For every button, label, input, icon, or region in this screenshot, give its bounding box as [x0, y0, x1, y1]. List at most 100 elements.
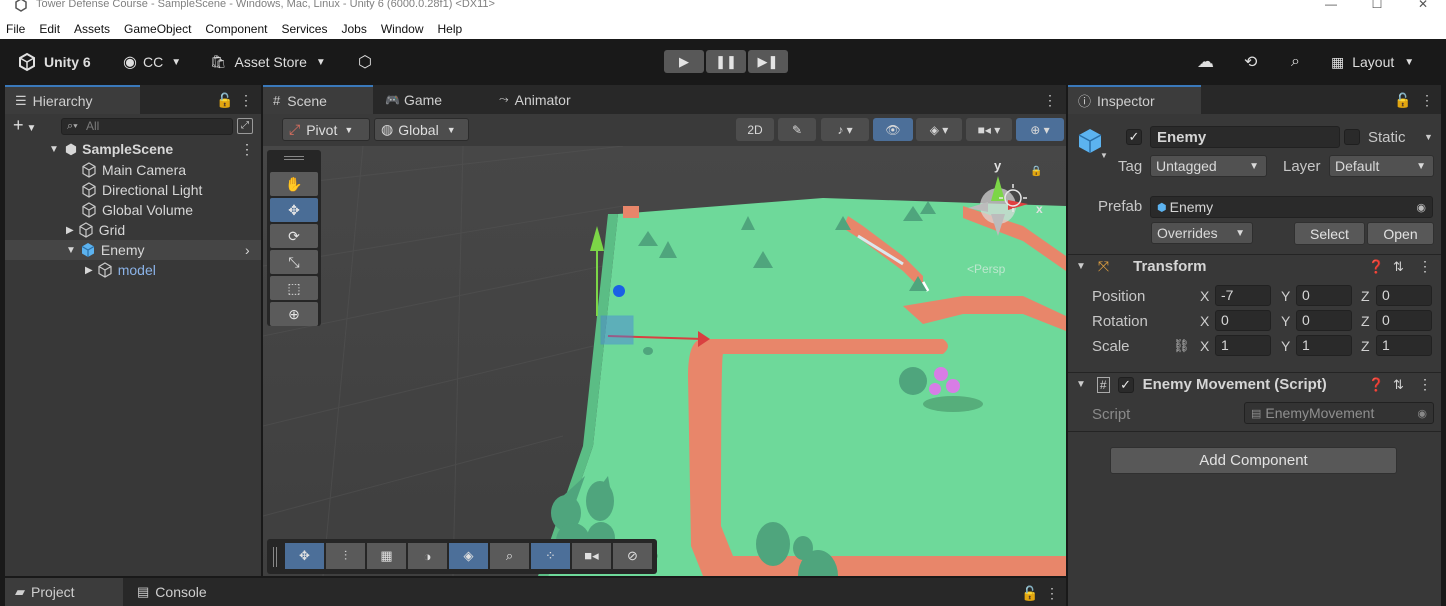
- expand-search-icon[interactable]: ⤢: [237, 118, 253, 134]
- overlay-camera-button[interactable]: ■◂: [572, 543, 611, 569]
- lock-icon[interactable]: 🔓: [216, 92, 233, 109]
- hierarchy-item-model[interactable]: ▶ model: [5, 260, 261, 280]
- gizmos-dropdown[interactable]: ⊕ ▾: [1016, 118, 1064, 141]
- more-options-icon[interactable]: ⋮: [1420, 92, 1434, 109]
- scale-x-input[interactable]: 1: [1215, 335, 1271, 356]
- overrides-dropdown[interactable]: Overrides ▼: [1151, 222, 1253, 244]
- account-dropdown[interactable]: ◉ CC ▼: [123, 50, 181, 74]
- gizmo-axis-y[interactable]: y: [994, 158, 1001, 173]
- menu-gameobject[interactable]: GameObject: [124, 22, 191, 36]
- transform-tool-button[interactable]: ⊕: [270, 302, 318, 326]
- play-button[interactable]: ▶: [664, 50, 704, 73]
- more-options-icon[interactable]: ⋮: [1418, 258, 1432, 275]
- more-options-icon[interactable]: ⋮: [239, 92, 253, 109]
- gizmo-axis-x[interactable]: x: [1036, 202, 1043, 216]
- rotation-y-input[interactable]: 0: [1296, 310, 1352, 331]
- enemy-movement-header[interactable]: ▼ # ✓ Enemy Movement (Script) ❓ ⇅ ⋮: [1068, 372, 1441, 396]
- asset-store-dropdown[interactable]: 🛍 Asset Store ▼: [210, 50, 326, 74]
- chevron-right-icon[interactable]: ›: [245, 242, 250, 258]
- menu-file[interactable]: File: [6, 22, 25, 36]
- menu-edit[interactable]: Edit: [39, 22, 60, 36]
- hand-tool-button[interactable]: ✋: [270, 172, 318, 196]
- overlay-compass-button[interactable]: ⊘: [613, 543, 652, 569]
- hierarchy-item-directional-light[interactable]: Directional Light: [5, 180, 261, 200]
- overlay-layers-button[interactable]: ◈: [449, 543, 488, 569]
- position-y-input[interactable]: 0: [1296, 285, 1352, 306]
- search-icon[interactable]: ⌕: [1291, 50, 1300, 74]
- lock-icon[interactable]: 🔓: [1394, 92, 1411, 109]
- static-checkbox[interactable]: [1344, 129, 1360, 145]
- move-tool-button[interactable]: ✥: [270, 198, 318, 222]
- camera-dropdown[interactable]: ■◂ ▾: [966, 118, 1012, 141]
- transform-header[interactable]: ▼ ⤧ Transform ❓ ⇅ ⋮: [1068, 254, 1441, 278]
- hierarchy-search-input[interactable]: ⌕▾ All: [61, 118, 233, 135]
- hierarchy-item-enemy[interactable]: ▼ Enemy ›: [5, 240, 261, 260]
- menu-help[interactable]: Help: [438, 22, 463, 36]
- tab-scene[interactable]: # Scene: [263, 85, 373, 114]
- drag-handle[interactable]: [273, 547, 277, 567]
- lighting-toggle[interactable]: ✎: [778, 118, 816, 141]
- maximize-button[interactable]: ☐: [1354, 0, 1400, 18]
- hierarchy-item-global-volume[interactable]: Global Volume: [5, 200, 261, 220]
- lock-icon[interactable]: 🔓: [1021, 585, 1038, 602]
- rect-tool-button[interactable]: ⬚: [270, 276, 318, 300]
- component-enabled-checkbox[interactable]: ✓: [1117, 376, 1134, 393]
- history-icon[interactable]: ⟲: [1244, 50, 1257, 74]
- draw-mode-button[interactable]: 2D: [736, 118, 774, 141]
- step-button[interactable]: ▶❚: [748, 50, 788, 73]
- overlay-search-button[interactable]: ⌕: [490, 543, 529, 569]
- hierarchy-item-grid[interactable]: ▶ Grid: [5, 220, 261, 240]
- rotation-z-input[interactable]: 0: [1376, 310, 1432, 331]
- more-options-icon[interactable]: ⋮: [1043, 92, 1057, 109]
- tab-hierarchy[interactable]: ☰ Hierarchy: [5, 85, 140, 114]
- constrain-proportions-icon[interactable]: ⛓: [1173, 338, 1190, 354]
- audio-toggle[interactable]: ♪ ▾: [821, 118, 869, 141]
- chevron-down-icon[interactable]: ▼: [1424, 132, 1433, 142]
- object-picker-icon[interactable]: ◉: [1416, 201, 1426, 214]
- expand-arrow-icon[interactable]: ▼: [66, 245, 76, 256]
- more-options-icon[interactable]: ⋮: [1418, 376, 1432, 393]
- persp-label[interactable]: <Persp: [967, 262, 1005, 276]
- layer-dropdown[interactable]: Default ▼: [1329, 155, 1434, 177]
- pivot-dropdown[interactable]: ⤢ Pivot ▼: [282, 118, 370, 141]
- pause-button[interactable]: ❚❚: [706, 50, 746, 73]
- open-button[interactable]: Open: [1367, 222, 1434, 245]
- rotate-tool-button[interactable]: ⟳: [270, 224, 318, 248]
- scale-y-input[interactable]: 1: [1296, 335, 1352, 356]
- minimize-button[interactable]: —: [1308, 0, 1354, 18]
- expand-arrow-icon[interactable]: ▶: [85, 265, 93, 276]
- overlay-move-button[interactable]: ✥: [285, 543, 324, 569]
- more-options-icon[interactable]: ⋮: [1045, 585, 1059, 602]
- menu-jobs[interactable]: Jobs: [341, 22, 366, 36]
- help-icon[interactable]: ❓: [1368, 259, 1384, 275]
- close-button[interactable]: ✕: [1400, 0, 1446, 18]
- visibility-toggle[interactable]: 👁: [873, 118, 913, 141]
- rotation-x-input[interactable]: 0: [1215, 310, 1271, 331]
- position-x-input[interactable]: -7: [1215, 285, 1271, 306]
- drag-handle[interactable]: [284, 156, 304, 160]
- overlay-shading-button[interactable]: ◑: [408, 543, 447, 569]
- active-checkbox[interactable]: ✓: [1126, 129, 1142, 145]
- preset-icon[interactable]: ⇅: [1393, 377, 1404, 393]
- object-name-input[interactable]: Enemy: [1150, 126, 1340, 148]
- tab-project[interactable]: ▰ Project: [5, 578, 123, 606]
- menu-component[interactable]: Component: [205, 22, 267, 36]
- preset-icon[interactable]: ⇅: [1393, 259, 1404, 275]
- scene-viewport[interactable]: y x 🔒 <Persp ✋ ✥ ⟳ ⤡ ⬚ ⊕ ✥ ⫶ ▦ ◑ ◈ ⌕ ⁘ ■…: [263, 146, 1066, 576]
- global-dropdown[interactable]: ◍ Global ▼: [374, 118, 469, 141]
- layout-dropdown[interactable]: ▦ Layout ▼: [1331, 50, 1414, 74]
- cloud-icon[interactable]: ☁: [1197, 50, 1214, 74]
- help-icon[interactable]: ❓: [1368, 377, 1384, 393]
- prefab-field[interactable]: ⬢ Enemy ◉: [1150, 196, 1433, 218]
- menu-assets[interactable]: Assets: [74, 22, 110, 36]
- package-icon[interactable]: ⬡: [358, 50, 372, 74]
- menu-services[interactable]: Services: [281, 22, 327, 36]
- overlay-snap-button[interactable]: ⫶: [326, 543, 365, 569]
- more-options-icon[interactable]: ⋮: [240, 141, 254, 158]
- overlay-grid-button[interactable]: ▦: [367, 543, 406, 569]
- scale-tool-button[interactable]: ⤡: [270, 250, 318, 274]
- tab-console[interactable]: ▤ Console: [127, 578, 247, 606]
- tag-dropdown[interactable]: Untagged ▼: [1150, 155, 1267, 177]
- unity-version-button[interactable]: Unity 6: [17, 50, 91, 74]
- tab-inspector[interactable]: ⓘ Inspector: [1068, 85, 1201, 114]
